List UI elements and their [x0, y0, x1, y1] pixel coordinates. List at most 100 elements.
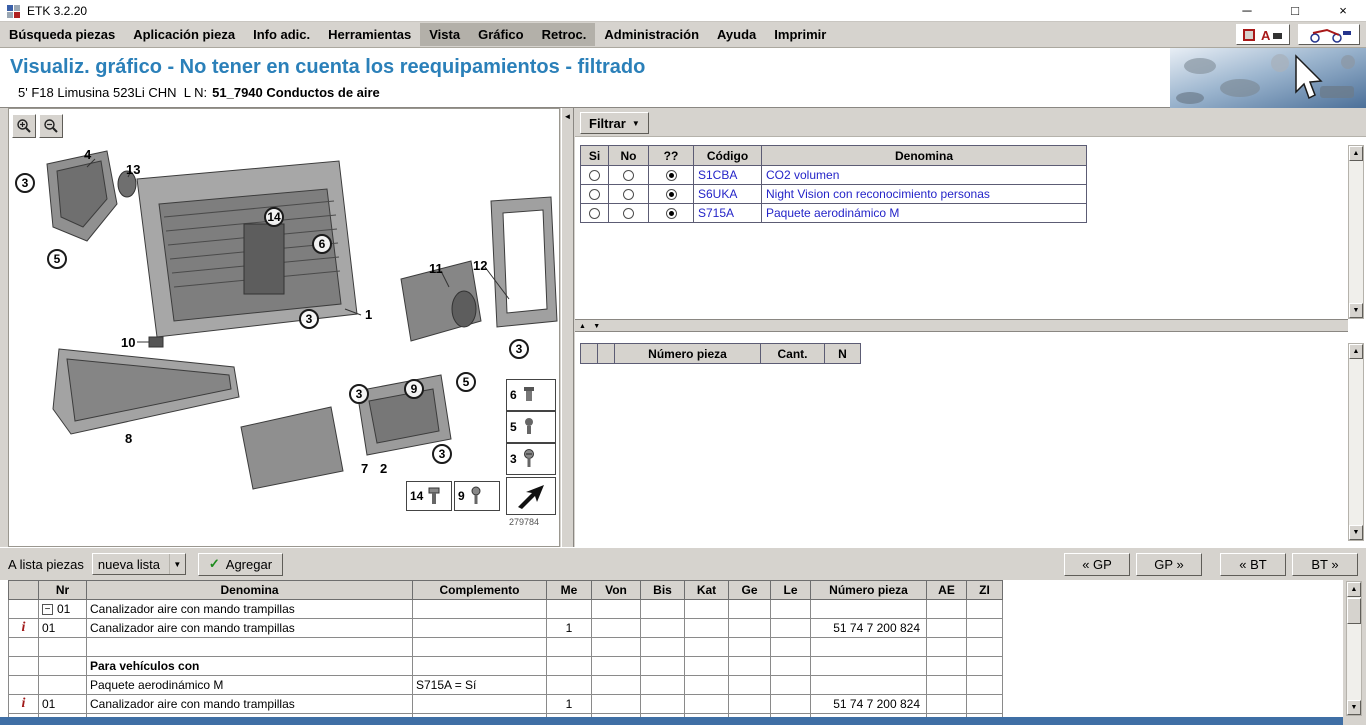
- filter-scrollbar[interactable]: ▲ ▼: [1348, 145, 1364, 319]
- diagram-callout[interactable]: 7: [361, 461, 368, 476]
- gp-back-button[interactable]: « GP: [1064, 553, 1130, 576]
- panel-splitter-horizontal[interactable]: ▲ ▼: [575, 319, 1348, 332]
- col-kat[interactable]: Kat: [685, 581, 729, 600]
- diagram-callout[interactable]: 10: [121, 335, 135, 350]
- parts-row[interactable]: Para vehículos con: [9, 657, 1003, 676]
- info-icon[interactable]: i: [22, 620, 26, 635]
- diagram-callout[interactable]: 8: [125, 431, 132, 446]
- col-nr[interactable]: Nr: [39, 581, 87, 600]
- col-complemento[interactable]: Complemento: [413, 581, 547, 600]
- catalog-button-car[interactable]: A: [1236, 24, 1290, 45]
- diagram-callout[interactable]: 1: [365, 307, 372, 322]
- col-ae[interactable]: AE: [927, 581, 967, 600]
- scroll-down-icon[interactable]: ▼: [1349, 303, 1363, 318]
- gp-forward-button[interactable]: GP »: [1136, 553, 1202, 576]
- menu-item-busqueda-piezas[interactable]: Búsqueda piezas: [0, 23, 124, 46]
- menu-item-aplicacion-pieza[interactable]: Aplicación pieza: [124, 23, 244, 46]
- radio-unknown[interactable]: [666, 189, 677, 200]
- diagram-callout[interactable]: 5: [47, 249, 67, 269]
- parts-row[interactable]: i 01 Canalizador aire con mando trampill…: [9, 619, 1003, 638]
- menu-item-retroc[interactable]: Retroc.: [533, 23, 596, 46]
- menu-item-vista[interactable]: Vista: [420, 23, 469, 46]
- col-denomina[interactable]: Denomina: [762, 146, 1087, 166]
- parts-row[interactable]: Paquete aerodinámico MS715A = Sí: [9, 676, 1003, 695]
- close-button[interactable]: ×: [1334, 3, 1352, 18]
- diagram-callout[interactable]: 2: [380, 461, 387, 476]
- col-cant[interactable]: Cant.: [761, 344, 825, 364]
- col-von[interactable]: Von: [592, 581, 641, 600]
- pieces-scrollbar[interactable]: ▲ ▼: [1348, 343, 1364, 541]
- bt-back-button[interactable]: « BT: [1220, 553, 1286, 576]
- col-zi[interactable]: ZI: [967, 581, 1003, 600]
- col-unknown[interactable]: ??: [649, 146, 694, 166]
- radio-si[interactable]: [589, 208, 600, 219]
- scroll-thumb[interactable]: [1347, 598, 1361, 624]
- col-n[interactable]: N: [825, 344, 861, 364]
- menu-item-ayuda[interactable]: Ayuda: [708, 23, 765, 46]
- panel-splitter-vertical[interactable]: ◄: [561, 108, 574, 547]
- diagram-callout[interactable]: 11: [429, 261, 443, 276]
- bt-forward-button[interactable]: BT »: [1292, 553, 1358, 576]
- col-bis[interactable]: Bis: [641, 581, 685, 600]
- diagram-callout[interactable]: 3: [432, 444, 452, 464]
- parts-row[interactable]: [9, 638, 1003, 657]
- radio-no[interactable]: [623, 170, 634, 181]
- diagram-callout[interactable]: 13: [126, 162, 140, 177]
- selected-row-strip[interactable]: [0, 717, 1343, 725]
- diagram-callout[interactable]: 3: [299, 309, 319, 329]
- col-numero-pieza[interactable]: Número pieza: [811, 581, 927, 600]
- menu-item-herramientas[interactable]: Herramientas: [319, 23, 420, 46]
- diagram-callout[interactable]: 9: [404, 379, 424, 399]
- menu-item-grafico[interactable]: Gráfico: [469, 23, 533, 46]
- col-si[interactable]: Si: [581, 146, 609, 166]
- zoom-in-button[interactable]: [12, 114, 36, 138]
- diagram-callout[interactable]: 3: [349, 384, 369, 404]
- diagram-callout[interactable]: 3: [509, 339, 529, 359]
- menu-item-imprimir[interactable]: Imprimir: [765, 23, 835, 46]
- filter-row[interactable]: S1CBA CO2 volumen: [581, 166, 1087, 185]
- diagram-callout[interactable]: 6: [312, 234, 332, 254]
- collapse-left-icon[interactable]: ◄: [564, 112, 572, 121]
- parts-row[interactable]: −01 Canalizador aire con mando trampilla…: [9, 600, 1003, 619]
- parts-list-scrollbar[interactable]: ▲ ▼: [1346, 581, 1362, 716]
- scroll-down-icon[interactable]: ▼: [1349, 525, 1363, 540]
- minimize-button[interactable]: ─: [1238, 3, 1256, 18]
- collapse-expander[interactable]: −: [42, 604, 53, 615]
- diagram-callout[interactable]: 3: [15, 173, 35, 193]
- radio-si[interactable]: [589, 170, 600, 181]
- catalog-button-motorcycle[interactable]: [1298, 24, 1360, 45]
- diagram-callout[interactable]: 14: [264, 207, 284, 227]
- filtrar-button[interactable]: Filtrar ▼: [580, 112, 649, 134]
- scroll-up-icon[interactable]: ▲: [1349, 344, 1363, 359]
- maximize-button[interactable]: □: [1286, 3, 1304, 18]
- diagram-callout[interactable]: 5: [456, 372, 476, 392]
- scroll-down-icon[interactable]: ▼: [1347, 700, 1361, 715]
- diagram-callout[interactable]: 12: [473, 258, 487, 273]
- col-le[interactable]: Le: [771, 581, 811, 600]
- scroll-up-icon[interactable]: ▲: [1349, 146, 1363, 161]
- parts-row[interactable]: i 01 Canalizador aire con mando trampill…: [9, 695, 1003, 714]
- collapse-down-icon[interactable]: ▼: [593, 323, 600, 330]
- zoom-out-button[interactable]: [39, 114, 63, 138]
- menu-item-administracion[interactable]: Administración: [595, 23, 708, 46]
- filter-row[interactable]: S6UKA Night Vision con reconocimiento pe…: [581, 185, 1087, 204]
- col-numero-pieza[interactable]: Número pieza: [615, 344, 761, 364]
- col-codigo[interactable]: Código: [694, 146, 762, 166]
- radio-no[interactable]: [623, 189, 634, 200]
- radio-unknown[interactable]: [666, 170, 677, 181]
- list-select[interactable]: nueva lista ▼: [92, 553, 186, 575]
- col-me[interactable]: Me: [547, 581, 592, 600]
- menu-item-info-adic[interactable]: Info adic.: [244, 23, 319, 46]
- scroll-up-icon[interactable]: ▲: [1347, 582, 1361, 597]
- col-ge[interactable]: Ge: [729, 581, 771, 600]
- radio-si[interactable]: [589, 189, 600, 200]
- collapse-up-icon[interactable]: ▲: [579, 323, 586, 330]
- info-icon[interactable]: i: [22, 696, 26, 711]
- diagram-callout[interactable]: 4: [84, 147, 91, 162]
- col-no[interactable]: No: [609, 146, 649, 166]
- agregar-button[interactable]: ✓ Agregar: [198, 553, 283, 576]
- radio-no[interactable]: [623, 208, 634, 219]
- col-denomina[interactable]: Denomina: [87, 581, 413, 600]
- radio-unknown[interactable]: [666, 208, 677, 219]
- filter-row[interactable]: S715A Paquete aerodinámico M: [581, 204, 1087, 223]
